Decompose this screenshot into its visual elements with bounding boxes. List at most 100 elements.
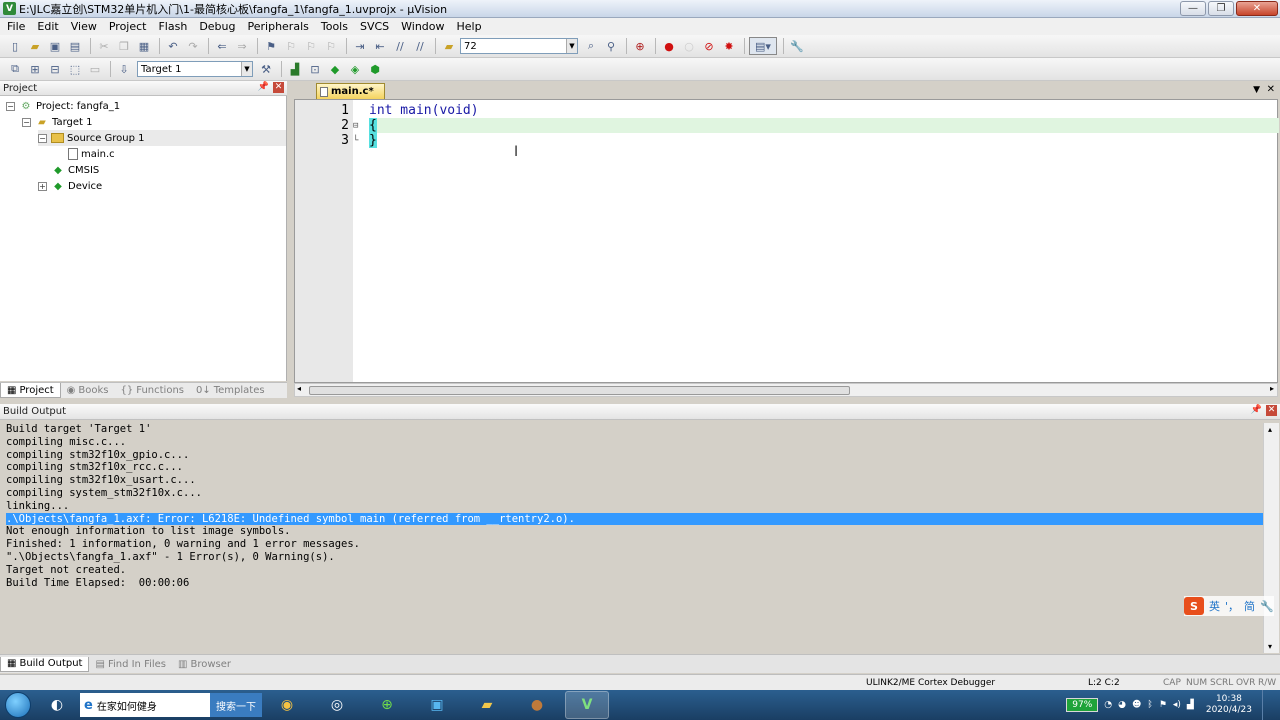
tab-build-output[interactable]: ▦ Build Output [0,656,90,672]
pack-installer-icon[interactable]: ◈ [346,60,364,78]
taskbar-shield-icon[interactable]: ▣ [415,691,459,719]
ime-lang[interactable]: 英 [1209,598,1220,614]
menu-project[interactable]: Project [102,20,152,33]
pin-icon[interactable]: 📌 [1251,405,1262,415]
target-combo[interactable]: Target 1 ▼ [137,61,253,77]
scroll-down-icon[interactable]: ▾ [1268,642,1272,651]
start-button[interactable] [0,690,36,720]
tray-360-icon[interactable]: ◕ [1118,700,1126,710]
indent-icon[interactable]: ⇥ [351,37,369,55]
build-error-line[interactable]: .\Objects\fangfa_1.axf: Error: L6218E: U… [6,512,1263,526]
taskbar-bear-icon[interactable]: ● [515,691,559,719]
tray-wifi-icon[interactable]: ▟ [1187,700,1194,710]
taskbar-search-input[interactable]: e 在家如何健身 [80,693,210,717]
tab-project[interactable]: ▦ Project [0,383,61,398]
chevron-down-icon[interactable]: ▼ [241,62,252,76]
kill-all-breakpoints-icon[interactable]: ✸ [720,37,738,55]
tree-source-group[interactable]: − Source Group 1 [38,130,286,146]
paste-icon[interactable]: ▦ [135,37,153,55]
battery-indicator[interactable]: 97% [1066,698,1099,712]
target-options-icon[interactable]: ⚒ [257,60,275,78]
ime-toolbar[interactable]: S 英 '， 简 🔧 [1184,596,1274,616]
scroll-up-icon[interactable]: ▴ [1268,425,1272,434]
configure-icon[interactable]: 🔧 [788,37,806,55]
rte-icon[interactable]: ⬢ [366,60,384,78]
menu-window[interactable]: Window [394,20,449,33]
rebuild-icon[interactable]: ⊟ [46,60,64,78]
tray-volume-icon[interactable]: ◂) [1173,700,1181,710]
stop-build-icon[interactable]: ▭ [86,60,104,78]
wrench-icon[interactable]: 🔧 [1260,600,1274,613]
build-icon[interactable]: ⊞ [26,60,44,78]
taskbar-camera-icon[interactable]: ◎ [315,691,359,719]
window-layout-icon[interactable]: ▤▾ [749,37,777,55]
tree-file-main-c[interactable]: main.c [68,146,115,162]
bookmark-icon[interactable]: ⚑ [262,37,280,55]
editor-horizontal-scrollbar[interactable]: ◂ ▸ [294,383,1278,397]
tray-bluetooth-icon[interactable]: ᛒ [1147,700,1152,710]
breakpoint-icon[interactable]: ● [660,37,678,55]
tray-network-icon[interactable]: ◔ [1104,700,1112,710]
build-output-vertical-scrollbar[interactable]: ▴ ▾ [1263,423,1279,653]
scroll-right-icon[interactable]: ▸ [1270,384,1274,393]
find-combo[interactable]: 72 ▼ [460,38,578,54]
menu-help[interactable]: Help [450,20,487,33]
tray-clock[interactable]: 10:38 2020/4/23 [1206,694,1252,716]
tray-flag-icon[interactable]: ⚑ [1159,700,1167,710]
menu-debug[interactable]: Debug [192,20,240,33]
tree-cmsis[interactable]: ◆ CMSIS [51,162,99,178]
open-folder-icon[interactable]: ▰ [26,37,44,55]
collapse-icon[interactable]: − [38,133,47,143]
taskbar-explorer-icon[interactable]: ▰ [465,691,509,719]
code-editor[interactable]: 1 int main(void) 2 ⊟ { 3 └ } I [294,99,1279,383]
redo-icon[interactable]: ↷ [184,37,202,55]
tab-browser[interactable]: ▥ Browser [172,657,237,672]
menu-flash[interactable]: Flash [151,20,192,33]
tab-main-c[interactable]: main.c* [316,83,385,99]
tray-qq-icon[interactable]: ☻ [1132,700,1141,710]
close-window-button[interactable]: ✕ [1236,1,1278,16]
ime-mode[interactable]: 简 [1244,598,1255,614]
cut-icon[interactable]: ✂ [95,37,113,55]
collapse-icon[interactable]: − [22,117,31,127]
minimize-button[interactable]: — [1180,1,1206,16]
code-line-2[interactable]: 2 ⊟ { [295,118,1279,133]
menu-tools[interactable]: Tools [314,20,353,33]
copy-icon[interactable]: ❐ [115,37,133,55]
comment-icon[interactable]: // [391,37,409,55]
save-all-icon[interactable]: ▤ [66,37,84,55]
scroll-left-icon[interactable]: ◂ [297,384,301,393]
close-pane-icon[interactable]: ✕ [273,82,284,93]
show-desktop-button[interactable] [1262,690,1274,720]
find-in-files-icon[interactable]: ▰ [440,37,458,55]
collapse-icon[interactable]: − [6,101,15,111]
tree-device[interactable]: + ◆ Device [38,178,102,194]
save-icon[interactable]: ▣ [46,37,64,55]
build-output-text[interactable]: Build target 'Target 1' compiling misc.c… [0,423,1263,653]
taskbar-uvision-icon[interactable]: V [565,691,609,719]
code-line-3[interactable]: 3 └ } [295,133,1279,148]
taskbar-360safe-icon[interactable]: ⊕ [365,691,409,719]
maximize-button[interactable]: ❐ [1208,1,1234,16]
uncomment-icon[interactable]: // [411,37,429,55]
tab-templates[interactable]: 0↓ Templates [190,383,271,398]
translate-icon[interactable]: ⧉ [6,60,24,78]
chevron-down-icon[interactable]: ▼ [566,39,577,53]
tab-find-in-files[interactable]: ▤ Find In Files [89,657,172,672]
menu-view[interactable]: View [64,20,102,33]
prev-bookmark-icon[interactable]: ⚐ [282,37,300,55]
incremental-find-icon[interactable]: ⚲ [602,37,620,55]
nav-forward-icon[interactable]: ⇒ [233,37,251,55]
next-bookmark-icon[interactable]: ⚐ [302,37,320,55]
tab-list-chevron-icon[interactable]: ▼ [1253,85,1260,95]
disable-breakpoint-icon[interactable]: ○ [680,37,698,55]
download-icon[interactable]: ⇩ [115,60,133,78]
ime-punct[interactable]: '， [1225,598,1239,614]
tab-books[interactable]: ◉ Books [61,383,115,398]
tab-functions[interactable]: {} Functions [115,383,190,398]
close-pane-icon[interactable]: ✕ [1266,405,1277,416]
batch-build-icon[interactable]: ⬚ [66,60,84,78]
find-icon[interactable]: ⌕ [582,37,600,55]
manage-components-icon[interactable]: ⊡ [306,60,324,78]
select-packs-icon[interactable]: ◆ [326,60,344,78]
